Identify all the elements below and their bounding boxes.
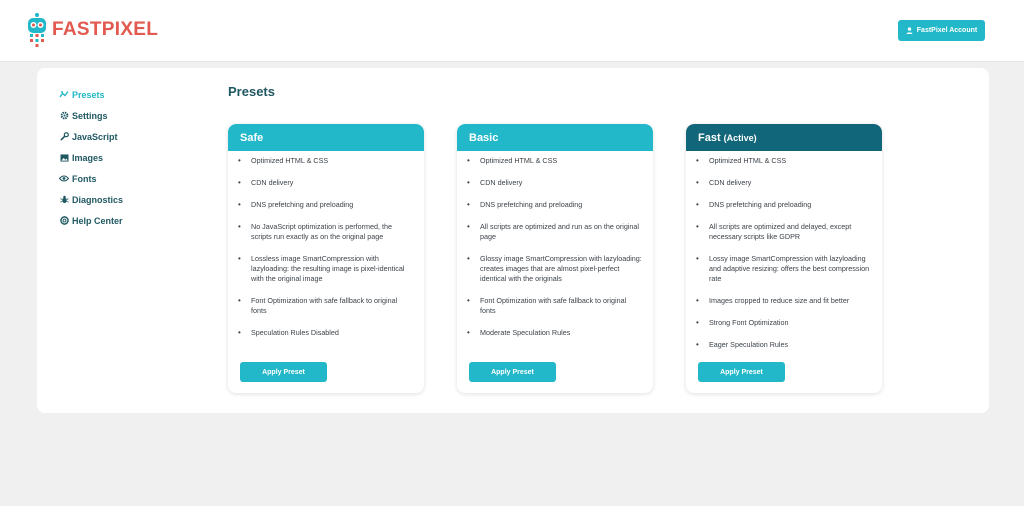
list-item: CDN delivery	[238, 178, 414, 188]
list-item: Optimized HTML & CSS	[238, 156, 414, 166]
preset-card-safe: Safe Optimized HTML & CSS CDN delivery D…	[228, 124, 424, 393]
list-item: Optimized HTML & CSS	[467, 156, 643, 166]
preset-card-title: Fast	[698, 131, 721, 144]
list-item: Eager Speculation Rules	[696, 340, 872, 350]
top-bar: FASTPIXEL FastPixel Account	[0, 0, 1024, 62]
preset-card-basic: Basic Optimized HTML & CSS CDN delivery …	[457, 124, 653, 393]
eye-icon	[58, 175, 70, 182]
list-item: All scripts are optimized and run as on …	[467, 222, 643, 242]
list-item: Moderate Speculation Rules	[467, 328, 643, 338]
sidebar-item-presets[interactable]: Presets	[58, 84, 198, 105]
bug-icon	[58, 195, 70, 204]
list-item: CDN delivery	[696, 178, 872, 188]
list-item: Font Optimization with safe fallback to …	[467, 296, 643, 316]
sidebar-item-fonts[interactable]: Fonts	[58, 168, 198, 189]
preset-feature-list: Optimized HTML & CSS CDN delivery DNS pr…	[228, 151, 424, 338]
list-item: Speculation Rules Disabled	[238, 328, 414, 338]
list-item: CDN delivery	[467, 178, 643, 188]
help-icon	[58, 216, 70, 225]
user-icon	[906, 27, 913, 34]
sidebar-item-javascript[interactable]: JavaScript	[58, 126, 198, 147]
list-item: Glossy image SmartCompression with lazyl…	[467, 254, 643, 284]
robot-logo-icon	[28, 13, 46, 47]
gear-icon	[58, 111, 70, 120]
apply-preset-button[interactable]: Apply Preset	[240, 362, 327, 382]
logo-wordmark: FASTPIXEL	[52, 19, 158, 41]
main-panel: Presets Settings JavaScript Images Fonts…	[37, 68, 989, 413]
image-icon	[58, 153, 70, 162]
list-item: Optimized HTML & CSS	[696, 156, 872, 166]
list-item: DNS prefetching and preloading	[467, 200, 643, 210]
preset-card-title: Basic	[469, 131, 499, 144]
sidebar-item-label: Fonts	[72, 173, 97, 184]
preset-card-fast: Fast (Active) Optimized HTML & CSS CDN d…	[686, 124, 882, 393]
list-item: Font Optimization with safe fallback to …	[238, 296, 414, 316]
preset-card-header: Safe	[228, 124, 424, 151]
presets-icon	[58, 90, 70, 99]
preset-card-header: Fast (Active)	[686, 124, 882, 151]
preset-card-title: Safe	[240, 131, 264, 144]
list-item: No JavaScript optimization is performed,…	[238, 222, 414, 242]
sidebar-item-help-center[interactable]: Help Center	[58, 210, 198, 231]
wrench-icon	[58, 132, 70, 141]
list-item: Lossless image SmartCompression with laz…	[238, 254, 414, 284]
logo-text-pixel: PIXEL	[101, 19, 159, 40]
sidebar-item-label: Presets	[72, 89, 105, 100]
account-button-label: FastPixel Account	[916, 27, 978, 34]
sidebar-item-label: Diagnostics	[72, 194, 124, 205]
logo-text-fast: FAST	[52, 19, 102, 40]
apply-preset-button[interactable]: Apply Preset	[698, 362, 785, 382]
list-item: Strong Font Optimization	[696, 318, 872, 328]
sidebar-item-label: Help Center	[72, 215, 123, 226]
preset-feature-list: Optimized HTML & CSS CDN delivery DNS pr…	[457, 151, 653, 338]
apply-preset-button[interactable]: Apply Preset	[469, 362, 556, 382]
sidebar-item-label: JavaScript	[72, 131, 118, 142]
active-badge: (Active)	[723, 132, 757, 143]
page-title: Presets	[228, 84, 275, 99]
list-item: DNS prefetching and preloading	[238, 200, 414, 210]
list-item: Lossy image SmartCompression with lazylo…	[696, 254, 872, 284]
preset-feature-list: Optimized HTML & CSS CDN delivery DNS pr…	[686, 151, 882, 350]
sidebar-item-label: Images	[72, 152, 104, 163]
fastpixel-logo[interactable]: FASTPIXEL	[26, 13, 158, 47]
sidebar: Presets Settings JavaScript Images Fonts…	[58, 84, 198, 231]
sidebar-item-images[interactable]: Images	[58, 147, 198, 168]
list-item: Images cropped to reduce size and fit be…	[696, 296, 872, 306]
list-item: DNS prefetching and preloading	[696, 200, 872, 210]
sidebar-item-diagnostics[interactable]: Diagnostics	[58, 189, 198, 210]
fastpixel-account-button[interactable]: FastPixel Account	[898, 20, 985, 41]
sidebar-item-label: Settings	[72, 110, 108, 121]
list-item: All scripts are optimized and delayed, e…	[696, 222, 872, 242]
preset-card-header: Basic	[457, 124, 653, 151]
sidebar-item-settings[interactable]: Settings	[58, 105, 198, 126]
